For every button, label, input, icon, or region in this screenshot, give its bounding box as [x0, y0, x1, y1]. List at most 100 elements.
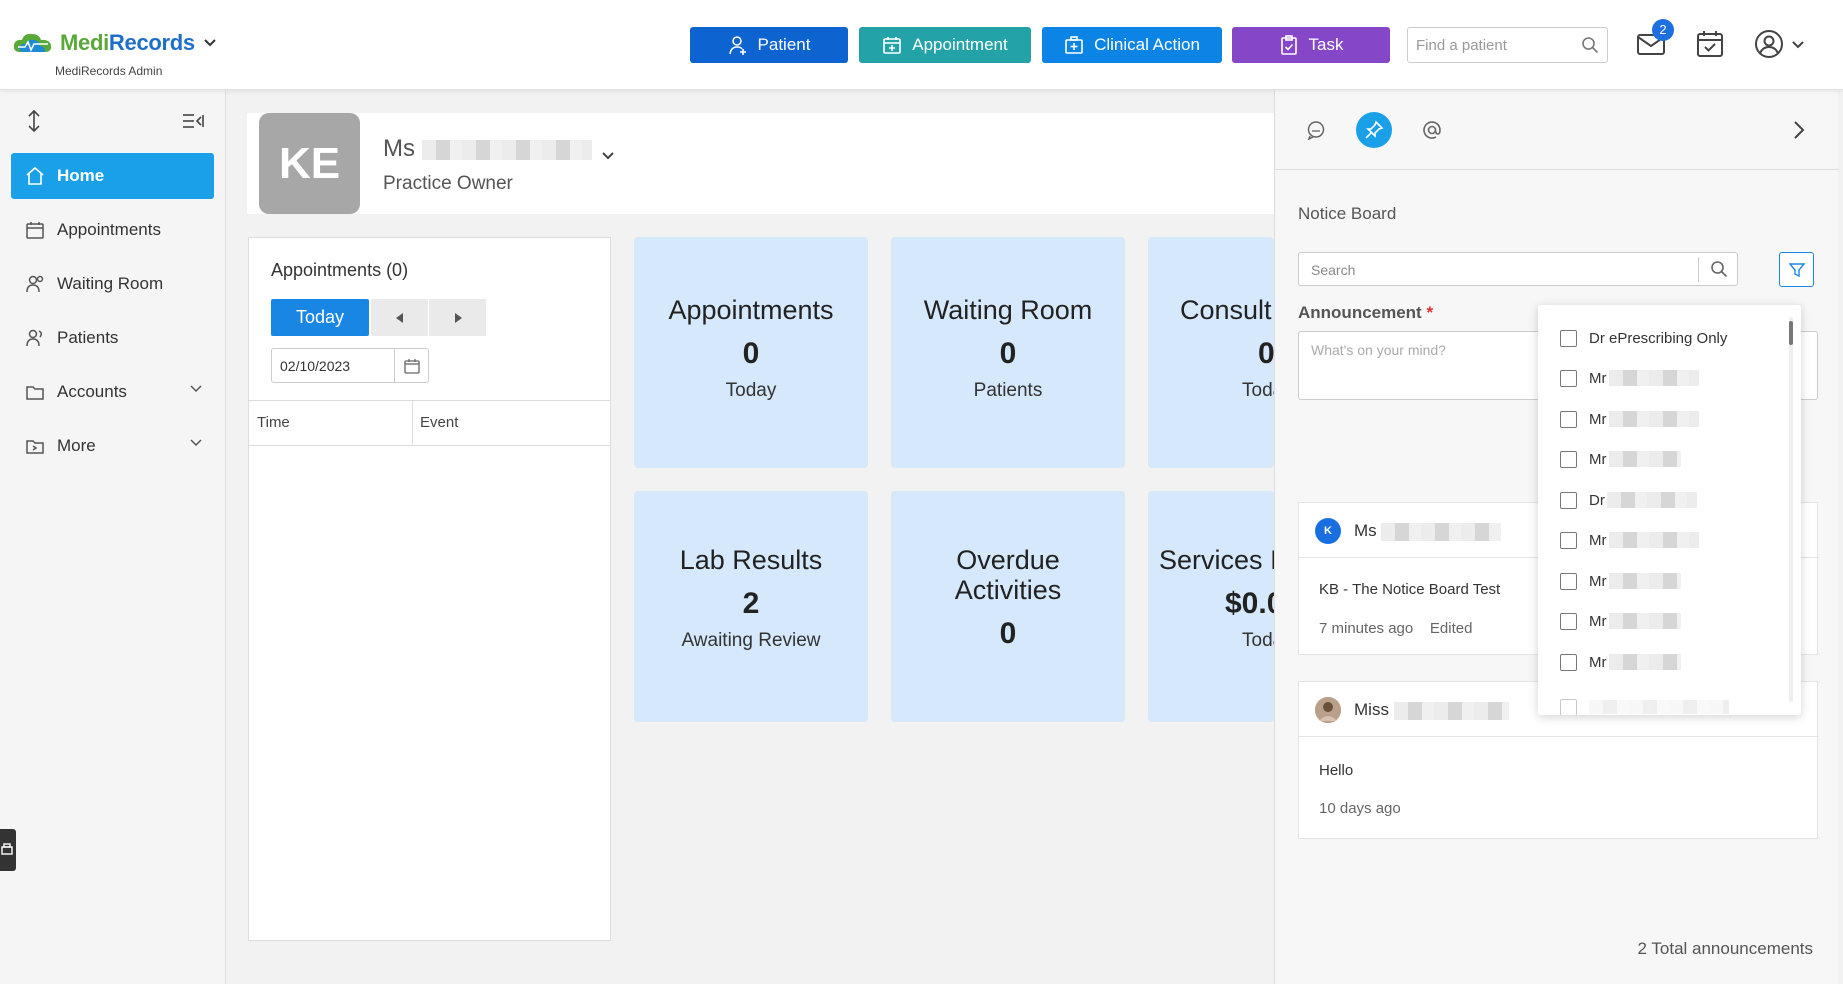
- previous-day-button[interactable]: [371, 299, 428, 336]
- checkbox[interactable]: [1560, 531, 1577, 549]
- mentions-tab[interactable]: [1414, 112, 1450, 148]
- scrollbar-thumb[interactable]: [1789, 321, 1793, 345]
- printer-icon: [1, 843, 13, 855]
- new-appointment-button[interactable]: Appointment: [859, 27, 1031, 63]
- redacted-name: [1606, 492, 1697, 508]
- chat-bubble-icon: [1307, 121, 1325, 140]
- tile-consultations[interactable]: Consult 0 Toda: [1148, 237, 1274, 468]
- search-icon[interactable]: [1710, 260, 1728, 278]
- tile-value: 0: [999, 617, 1017, 650]
- column-event[interactable]: Event: [420, 414, 458, 431]
- sidebar-item-waiting-room[interactable]: Waiting Room: [11, 261, 214, 307]
- checkbox[interactable]: [1560, 653, 1577, 671]
- filter-option[interactable]: Mr: [1560, 652, 1681, 672]
- messages-tab[interactable]: [1298, 112, 1334, 148]
- redacted-name: [1393, 701, 1509, 720]
- filter-option[interactable]: Mr: [1560, 409, 1699, 429]
- date-value: 02/10/2023: [280, 358, 351, 374]
- sidebar-item-accounts[interactable]: Accounts: [11, 369, 214, 415]
- date-picker-button[interactable]: [394, 349, 428, 382]
- filter-option[interactable]: Dr: [1560, 490, 1697, 510]
- user-name[interactable]: Ms: [383, 135, 592, 163]
- redacted-name: [1608, 573, 1681, 589]
- chevron-right-icon[interactable]: [1793, 120, 1805, 140]
- today-button[interactable]: Today: [271, 299, 369, 336]
- user-account-icon[interactable]: [1753, 28, 1785, 60]
- tile-services[interactable]: Services I $0.0 Toda: [1148, 491, 1274, 722]
- brand-subtitle: MediRecords Admin: [55, 64, 163, 78]
- tile-subtitle: Toda: [1242, 380, 1274, 401]
- tile-appointments[interactable]: Appointments 0 Today: [634, 237, 868, 468]
- at-sign-icon: [1423, 121, 1441, 139]
- redacted-name: [1381, 522, 1502, 541]
- tile-title: Overdue Activities: [954, 545, 1062, 605]
- expand-vertical-icon[interactable]: [26, 110, 42, 132]
- side-drawer-tab[interactable]: [0, 829, 16, 871]
- find-patient-input[interactable]: Find a patient: [1407, 27, 1608, 63]
- dropdown-scrollbar[interactable]: [1789, 317, 1793, 702]
- sidebar-item-patients[interactable]: Patients: [11, 315, 214, 361]
- redacted-name: [1608, 613, 1681, 629]
- tile-waiting-room[interactable]: Waiting Room 0 Patients: [891, 237, 1125, 468]
- sidebar-item-home[interactable]: Home: [11, 153, 214, 199]
- calendar-check-icon[interactable]: [1694, 28, 1726, 60]
- chevron-down-icon: [190, 439, 202, 447]
- column-time[interactable]: Time: [257, 414, 290, 431]
- announcement-text: KB - The Notice Board Test: [1319, 581, 1501, 598]
- search-icon[interactable]: [1581, 36, 1599, 54]
- sidebar: Home Appointments Waiting Room Patients …: [0, 90, 226, 984]
- notice-search-placeholder: Search: [1311, 262, 1356, 278]
- notice-search-input[interactable]: Search: [1298, 252, 1738, 286]
- filter-option[interactable]: Dr ePrescribing Only: [1560, 328, 1727, 348]
- panel-toolbar: [1275, 90, 1839, 170]
- date-input[interactable]: 02/10/2023: [271, 348, 429, 383]
- person-photo-icon: [1315, 697, 1341, 723]
- filter-option-partial[interactable]: [1560, 697, 1729, 715]
- brand-logo[interactable]: MediRecords: [12, 30, 217, 56]
- user-card: KE Ms Practice Owner: [247, 113, 1287, 214]
- people-icon: [26, 275, 44, 293]
- checkbox[interactable]: [1560, 410, 1577, 428]
- chevron-down-icon[interactable]: [601, 151, 615, 161]
- tile-lab-results[interactable]: Lab Results 2 Awaiting Review: [634, 491, 868, 722]
- checkbox[interactable]: [1560, 491, 1577, 509]
- filter-option[interactable]: Mr: [1560, 571, 1681, 591]
- checkbox[interactable]: [1560, 369, 1577, 387]
- tile-subtitle: Awaiting Review: [681, 630, 821, 651]
- tile-title: Lab Results: [679, 545, 823, 575]
- new-task-button[interactable]: Task: [1232, 27, 1390, 63]
- checkbox[interactable]: [1560, 329, 1577, 347]
- announcement-label: Announcement *: [1298, 303, 1434, 322]
- checkbox[interactable]: [1560, 450, 1577, 468]
- checkbox[interactable]: [1560, 698, 1577, 715]
- checkbox[interactable]: [1560, 572, 1577, 590]
- filter-icon: [1788, 262, 1805, 277]
- sidebar-item-appointments[interactable]: Appointments: [11, 207, 214, 253]
- notice-board-tab[interactable]: [1356, 112, 1392, 148]
- chevron-down-icon[interactable]: [1791, 40, 1805, 50]
- filter-option[interactable]: Mr: [1560, 368, 1699, 388]
- filter-option[interactable]: Mr: [1560, 449, 1681, 469]
- calendar-icon: [403, 358, 420, 374]
- required-mark: *: [1426, 303, 1434, 322]
- caret-right-icon: [454, 312, 462, 323]
- next-day-button[interactable]: [429, 299, 486, 336]
- tile-subtitle: Toda: [1242, 630, 1274, 651]
- collapse-sidebar-icon[interactable]: [182, 113, 204, 129]
- filter-option[interactable]: Mr: [1560, 530, 1699, 550]
- filter-button[interactable]: [1779, 252, 1814, 287]
- caret-left-icon: [395, 312, 403, 323]
- author-avatar: [1315, 697, 1341, 723]
- clinical-action-button[interactable]: Clinical Action: [1042, 27, 1222, 63]
- chevron-down-icon[interactable]: [203, 38, 217, 48]
- checkbox[interactable]: [1560, 612, 1577, 630]
- chevron-down-icon: [190, 385, 202, 393]
- sidebar-item-more[interactable]: More: [11, 423, 214, 469]
- folder-icon: [26, 386, 44, 400]
- total-announcements: 2 Total announcements: [1637, 939, 1813, 958]
- tile-overdue-activities[interactable]: Overdue Activities 0: [891, 491, 1125, 722]
- filter-option[interactable]: Mr: [1560, 611, 1681, 631]
- new-patient-button[interactable]: Patient: [690, 27, 848, 63]
- sidebar-item-label: Home: [57, 166, 105, 185]
- redacted-name: [1608, 411, 1699, 427]
